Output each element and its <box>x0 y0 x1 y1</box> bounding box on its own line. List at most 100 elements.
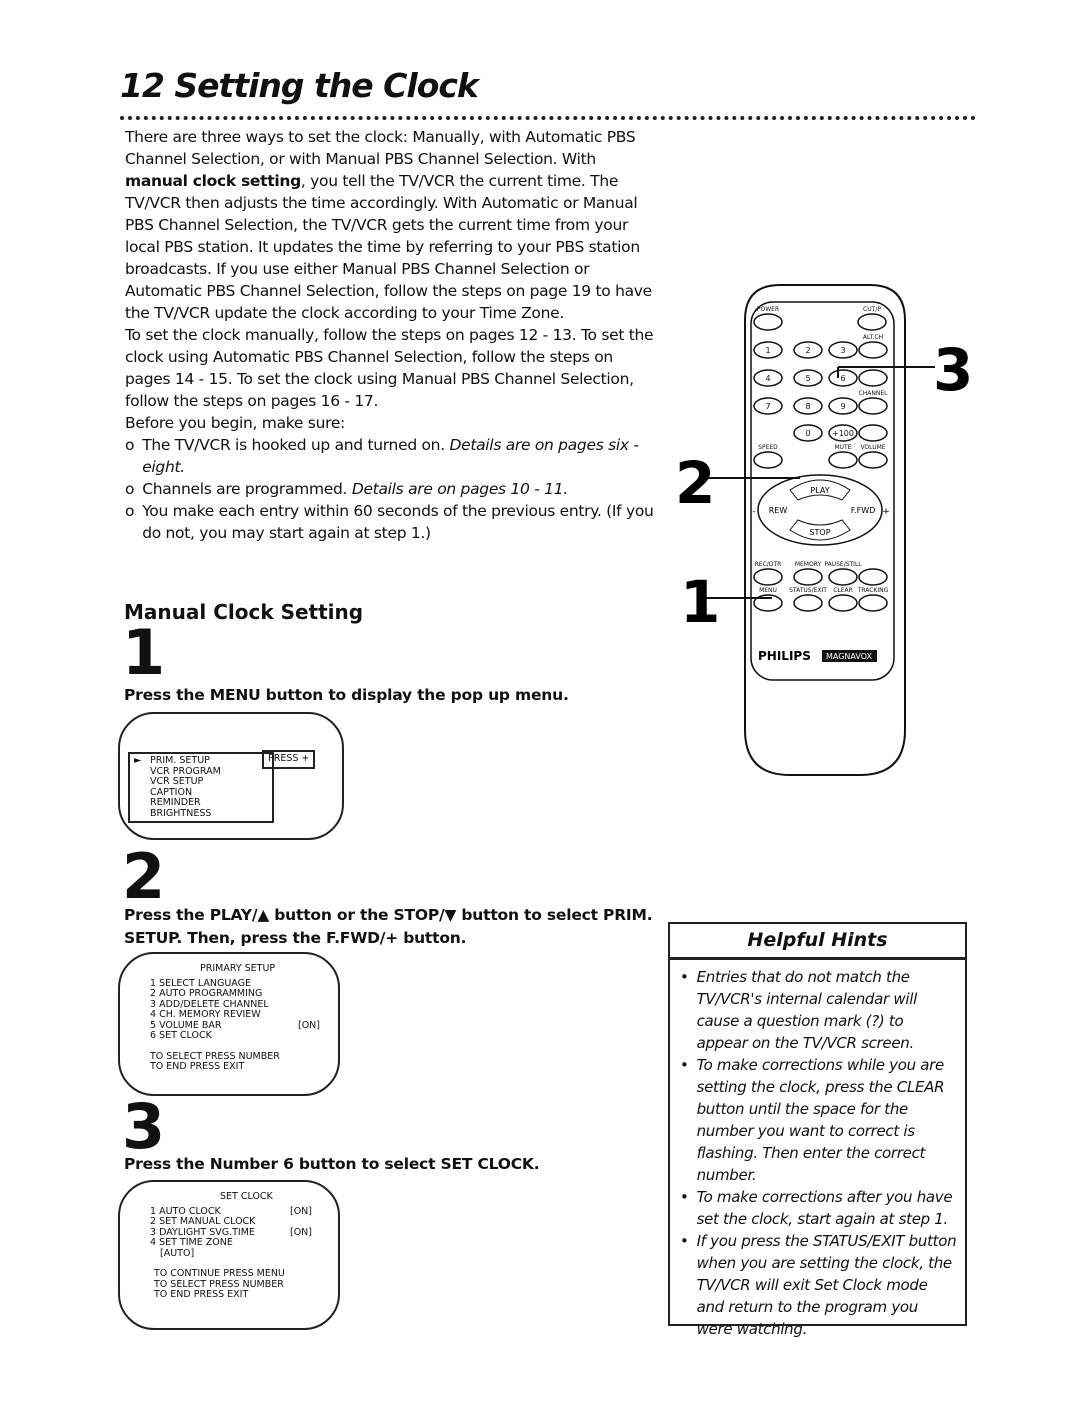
alt-ch-button-label: ALT.CH <box>863 334 883 341</box>
bullet: • <box>680 1056 689 1074</box>
option: 6 SET CLOCK <box>150 1030 212 1041</box>
helpful-hints-box: Helpful Hints • Entries that do not match… <box>668 922 967 1338</box>
menu-button-label: MENU <box>759 587 777 594</box>
channel-up-button[interactable] <box>858 369 888 387</box>
tracking-up-button[interactable] <box>858 568 888 586</box>
press-plus-label: PRESS + <box>262 750 316 769</box>
tracking-down-button-label: TRACKING <box>857 587 889 594</box>
cut-p-button-label: CUT/P <box>863 306 881 313</box>
clear-button[interactable] <box>828 594 858 612</box>
option-value: [ON] <box>290 1226 312 1238</box>
intro-text-b: , you tell the TV/VCR the current time. … <box>125 172 652 322</box>
option: 2 SET MANUAL CLOCK <box>150 1216 256 1227</box>
option-value: [ON] <box>298 1019 320 1031</box>
option-value: [AUTO] <box>160 1247 195 1259</box>
intro-before: Before you begin, make sure: <box>125 414 345 432</box>
status-exit-button-label: STATUS/EXIT <box>789 587 827 594</box>
screen-row: 2 SET MANUAL CLOCK <box>150 1216 312 1228</box>
memory-button-label: MEMORY <box>795 561 822 568</box>
step-text: Press the Number 6 button to select SET … <box>124 1155 540 1173</box>
speed-button[interactable] <box>753 451 783 469</box>
hint-item: • If you press the STATUS/EXIT button whe… <box>680 1230 957 1340</box>
hint-text: To make corrections after you have set t… <box>696 1188 953 1228</box>
callout-1: 1 <box>680 568 720 636</box>
stop-label: STOP <box>809 528 830 537</box>
option: 4 SET TIME ZONE <box>150 1237 233 1248</box>
pause-still-button[interactable] <box>828 568 858 586</box>
menu-item: BRIGHTNESS <box>150 807 212 819</box>
bullet-marker: o <box>125 480 135 498</box>
screen-row: 4 CH. MEMORY REVIEW <box>150 1009 335 1021</box>
tracking-down-button[interactable] <box>858 594 888 612</box>
hint-item: • Entries that do not match the TV/VCR's … <box>680 966 957 1054</box>
screen-title: PRIMARY SETUP <box>200 963 276 974</box>
digit-button-label: 0 <box>805 429 810 438</box>
bullet: • <box>680 1188 689 1206</box>
callout-3: 3 <box>933 336 973 404</box>
minus-label: - <box>752 507 755 517</box>
screen-row: 2 AUTO PROGRAMMING <box>150 988 335 1000</box>
screen-footer: TO CONTINUE PRESS MENU <box>154 1268 285 1279</box>
remote-illustration: POWER CUT/P 1 2 3 4 5 6 7 8 9 ALT.CH CHANNEL 0 +100 VOL… <box>675 284 973 776</box>
volume-down-button-label: VOLUME <box>860 444 885 451</box>
plus100-button-label: +100 <box>832 429 854 438</box>
step-number: 3 <box>122 1090 166 1163</box>
menu-item: REMINDER <box>150 797 201 808</box>
tv-screen-primary-setup: PRIMARY SETUP 1 SELECT LANGUAGE 2 AUTO P… <box>118 952 340 1096</box>
callout-2: 2 <box>675 449 715 517</box>
option-value: [ON] <box>290 1205 312 1217</box>
prereq-item: o The TV/VCR is hooked up and turned on. … <box>125 434 655 478</box>
step-text: Press the MENU button to display the pop… <box>124 686 569 704</box>
rec-otr-button[interactable] <box>753 568 783 586</box>
intro-paragraph: There are three ways to set the clock: M… <box>125 126 655 324</box>
screen-title: SET CLOCK <box>220 1191 273 1202</box>
digit-button-label: 4 <box>765 374 770 383</box>
screen-footer: TO END PRESS EXIT <box>154 1289 249 1300</box>
power-button-label: POWER <box>757 306 779 313</box>
alt-ch-button[interactable] <box>858 341 888 359</box>
memory-button[interactable] <box>793 568 823 586</box>
tv-screen-set-clock: SET CLOCK 1 AUTO CLOCK [ON] 2 SET MANUAL … <box>118 1180 340 1330</box>
mute-button[interactable] <box>828 451 858 469</box>
hint-item: • To make corrections while you are setti… <box>680 1054 957 1186</box>
selection-arrow-icon: ► <box>134 755 142 766</box>
power-button[interactable] <box>753 313 783 331</box>
ffwd-label: F.FWD <box>851 506 876 515</box>
status-exit-button[interactable] <box>793 594 823 612</box>
screen-row: 6 SET CLOCK <box>150 1030 335 1042</box>
popup-menu: ► PRIM. SETUP VCR PROGRAM VCR SETUP CAPT… <box>128 752 274 823</box>
speed-button-label: SPEED <box>758 444 778 451</box>
hint-item: • To make corrections after you have set … <box>680 1186 957 1230</box>
screen-footer: TO END PRESS EXIT <box>150 1061 245 1072</box>
hints-title: Helpful Hints <box>670 924 965 960</box>
magnavox-logo: MAGNAVOX <box>826 652 872 661</box>
bullet: • <box>680 968 689 986</box>
digit-button-label: 1 <box>765 346 770 355</box>
step-number: 1 <box>122 616 166 689</box>
screen-row: 4 SET TIME ZONE <box>150 1237 312 1249</box>
philips-logo: PHILIPS <box>758 649 811 663</box>
digit-button-label: 5 <box>805 374 810 383</box>
prereq-text: You make each entry within 60 seconds of… <box>142 502 654 542</box>
prereq-item: o Channels are programmed. Details are on… <box>125 478 655 500</box>
plus-label: + <box>882 507 890 517</box>
prereq-text: Channels are programmed. <box>142 480 352 498</box>
channel-down-button[interactable] <box>858 397 888 415</box>
prereq-item: o You make each entry within 60 seconds o… <box>125 500 655 544</box>
bullet-marker: o <box>125 502 135 520</box>
volume-up-button[interactable] <box>858 424 888 442</box>
option: 4 CH. MEMORY REVIEW <box>150 1009 261 1020</box>
volume-down-button[interactable] <box>858 451 888 469</box>
play-label: PLAY <box>810 486 829 495</box>
menu-item: VCR SETUP <box>150 776 204 787</box>
cut-p-button[interactable] <box>857 313 887 331</box>
digit-button-label: 8 <box>805 402 810 411</box>
channel-down-button-label: CHANNEL <box>859 390 889 397</box>
digit-button-label: 9 <box>840 402 845 411</box>
prereq-ref: Details are on pages 10 - 11. <box>351 480 568 498</box>
pause-still-button-label: PAUSE/STILL <box>824 561 862 568</box>
intro-bold: manual clock setting <box>125 172 301 190</box>
step-text: Press the PLAY/▲ button or the STOP/▼ bu… <box>124 906 653 947</box>
manual-page: 12 Setting the Clock There are three way… <box>0 0 1080 1415</box>
mute-button-label: MUTE <box>834 444 851 451</box>
